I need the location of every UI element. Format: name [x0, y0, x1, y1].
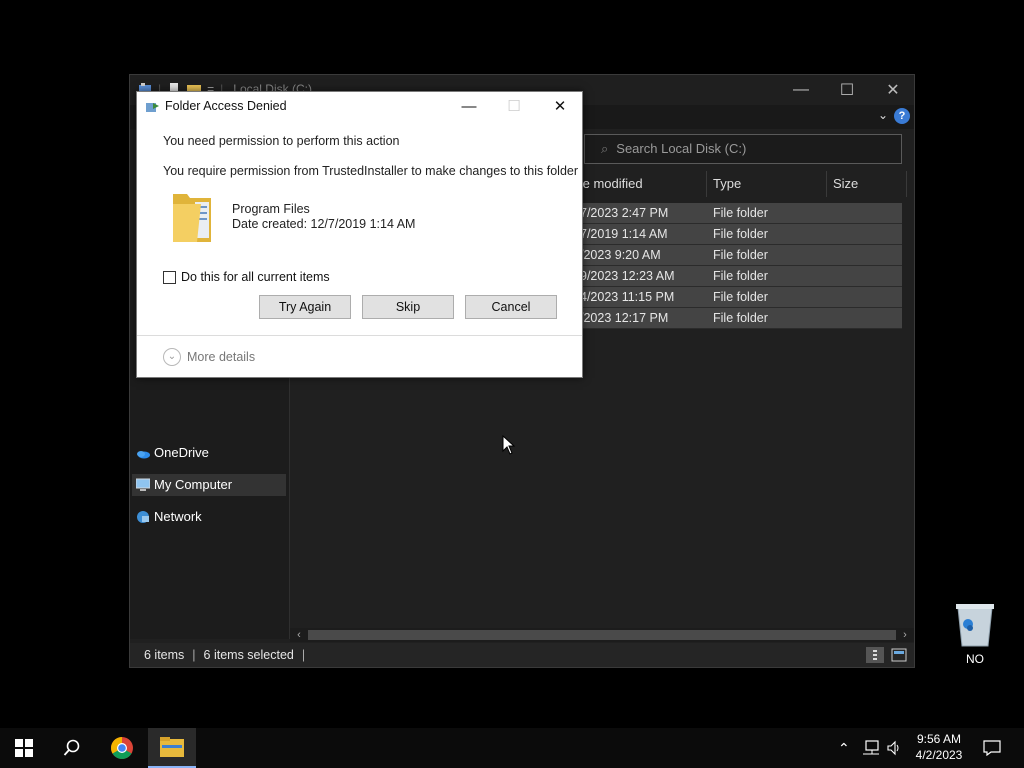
file-date-modified: 4/2023 11:15 PM: [580, 290, 675, 304]
file-date-modified: 9/2023 12:23 AM: [580, 269, 675, 283]
details-view-icon[interactable]: [866, 647, 884, 663]
close-icon: ✕: [886, 82, 900, 99]
search-input[interactable]: ⌕ Search Local Disk (C:): [584, 134, 902, 164]
file-type: File folder: [713, 269, 768, 283]
horizontal-scrollbar[interactable]: ‹ ›: [290, 628, 914, 642]
close-button[interactable]: ✕: [870, 75, 916, 105]
network-icon: [137, 511, 149, 523]
chrome-icon: [111, 737, 133, 759]
file-type: File folder: [713, 206, 768, 220]
show-hidden-icons-button[interactable]: ⌃: [838, 728, 850, 768]
status-separator: |: [192, 648, 196, 662]
dialog-maximize-button: ☐: [499, 96, 529, 118]
file-type: File folder: [713, 311, 768, 325]
mouse-cursor-icon: [502, 435, 516, 455]
file-explorer-taskbar-button[interactable]: [148, 728, 196, 768]
search-button[interactable]: [48, 728, 96, 768]
dialog-title: Folder Access Denied: [165, 99, 287, 113]
column-header-date-modified[interactable]: te modified: [573, 171, 707, 197]
close-icon: ✕: [553, 98, 567, 115]
nav-item-network[interactable]: Network: [132, 506, 286, 528]
column-header-size[interactable]: Size: [827, 171, 907, 197]
folder-access-denied-dialog[interactable]: Folder Access Denied — ☐ ✕ You need perm…: [136, 91, 583, 378]
dialog-titlebar[interactable]: Folder Access Denied — ☐ ✕: [137, 92, 582, 120]
apply-to-all-checkbox[interactable]: [163, 271, 176, 284]
search-placeholder: Search Local Disk (C:): [616, 141, 747, 156]
file-date-modified: /2023 12:17 PM: [580, 311, 669, 325]
nav-item-onedrive[interactable]: OneDrive: [132, 442, 286, 464]
trustedinstaller-message: You require permission from TrustedInsta…: [163, 164, 579, 178]
large-icons-view-icon[interactable]: [890, 647, 908, 663]
volume-tray-button[interactable]: [886, 728, 902, 768]
start-button[interactable]: [0, 728, 48, 768]
nav-item-label: OneDrive: [154, 445, 209, 460]
recycle-bin-desktop-icon[interactable]: NO: [950, 600, 1000, 670]
onedrive-cloud-icon: [137, 451, 150, 459]
folder-name: Program Files: [232, 202, 310, 216]
desktop: | = | Local Disk (C:) — ☐ ✕ ⌄ ? ⌕ Search …: [0, 0, 1024, 768]
computer-icon: [136, 478, 150, 491]
item-count: 6 items: [144, 648, 185, 662]
status-bar: 6 items | 6 items selected |: [130, 643, 914, 667]
scroll-right-icon[interactable]: ›: [898, 628, 912, 642]
chrome-taskbar-button[interactable]: [98, 728, 146, 768]
skip-button[interactable]: Skip: [362, 295, 454, 319]
file-explorer-icon: [160, 737, 184, 757]
apply-to-all-label[interactable]: Do this for all current items: [181, 270, 330, 284]
recycle-bin-label: NO: [966, 652, 984, 666]
taskbar-clock[interactable]: 9:56 AM 4/2/2023: [906, 731, 972, 763]
chevron-up-icon: ⌃: [838, 739, 850, 756]
notification-icon: [983, 740, 1001, 756]
nav-item-my-computer[interactable]: My Computer: [132, 474, 286, 496]
search-icon: [63, 739, 80, 756]
nav-item-label: Network: [154, 509, 202, 524]
recycle-bin-icon: [956, 604, 994, 647]
taskbar: ⌃ 9:56 AM 4/2/2023: [0, 728, 1024, 768]
minimize-icon: —: [461, 98, 477, 115]
file-date-modified: 7/2019 1:14 AM: [580, 227, 668, 241]
file-type: File folder: [713, 227, 768, 241]
maximize-icon: ☐: [839, 82, 855, 99]
more-details-label: More details: [187, 350, 256, 364]
more-details-toggle[interactable]: ⌄ More details: [163, 348, 255, 366]
network-status-icon: [863, 740, 879, 755]
clock-date: 4/2/2023: [915, 748, 963, 762]
permission-message: You need permission to perform this acti…: [163, 134, 400, 148]
folder-date-created: Date created: 12/7/2019 1:14 AM: [232, 217, 416, 231]
nav-item-label: My Computer: [154, 477, 233, 492]
help-icon[interactable]: ?: [894, 108, 910, 124]
file-date-modified: 7/2023 2:47 PM: [580, 206, 669, 220]
chevron-down-icon: ⌄: [163, 348, 181, 366]
maximize-icon: ☐: [507, 98, 521, 115]
network-tray-button[interactable]: [862, 728, 880, 768]
minimize-icon: —: [793, 81, 809, 98]
action-center-button[interactable]: [983, 728, 1001, 768]
scrollbar-thumb[interactable]: [308, 630, 896, 640]
file-type: File folder: [713, 248, 768, 262]
cancel-button[interactable]: Cancel: [465, 295, 557, 319]
minimize-button[interactable]: —: [778, 75, 824, 105]
dialog-divider: [137, 335, 582, 336]
dialog-close-button[interactable]: ✕: [545, 96, 575, 118]
file-type: File folder: [713, 290, 768, 304]
file-date-modified: /2023 9:20 AM: [580, 248, 661, 262]
folder-icon: [173, 194, 211, 242]
selected-count: 6 items selected: [203, 648, 294, 662]
dialog-minimize-button[interactable]: —: [454, 96, 484, 118]
column-header-type[interactable]: Type: [707, 171, 827, 197]
move-folder-icon: [146, 103, 159, 112]
scroll-left-icon[interactable]: ‹: [292, 628, 306, 642]
try-again-button[interactable]: Try Again: [259, 295, 351, 319]
status-separator: |: [301, 648, 306, 662]
ribbon-expand-chevron-icon[interactable]: ⌄: [878, 108, 888, 122]
windows-logo-icon: [15, 739, 33, 757]
clock-time: 9:56 AM: [916, 732, 962, 746]
volume-icon: [887, 740, 899, 756]
search-icon: ⌕: [601, 141, 609, 156]
maximize-button[interactable]: ☐: [824, 75, 870, 105]
